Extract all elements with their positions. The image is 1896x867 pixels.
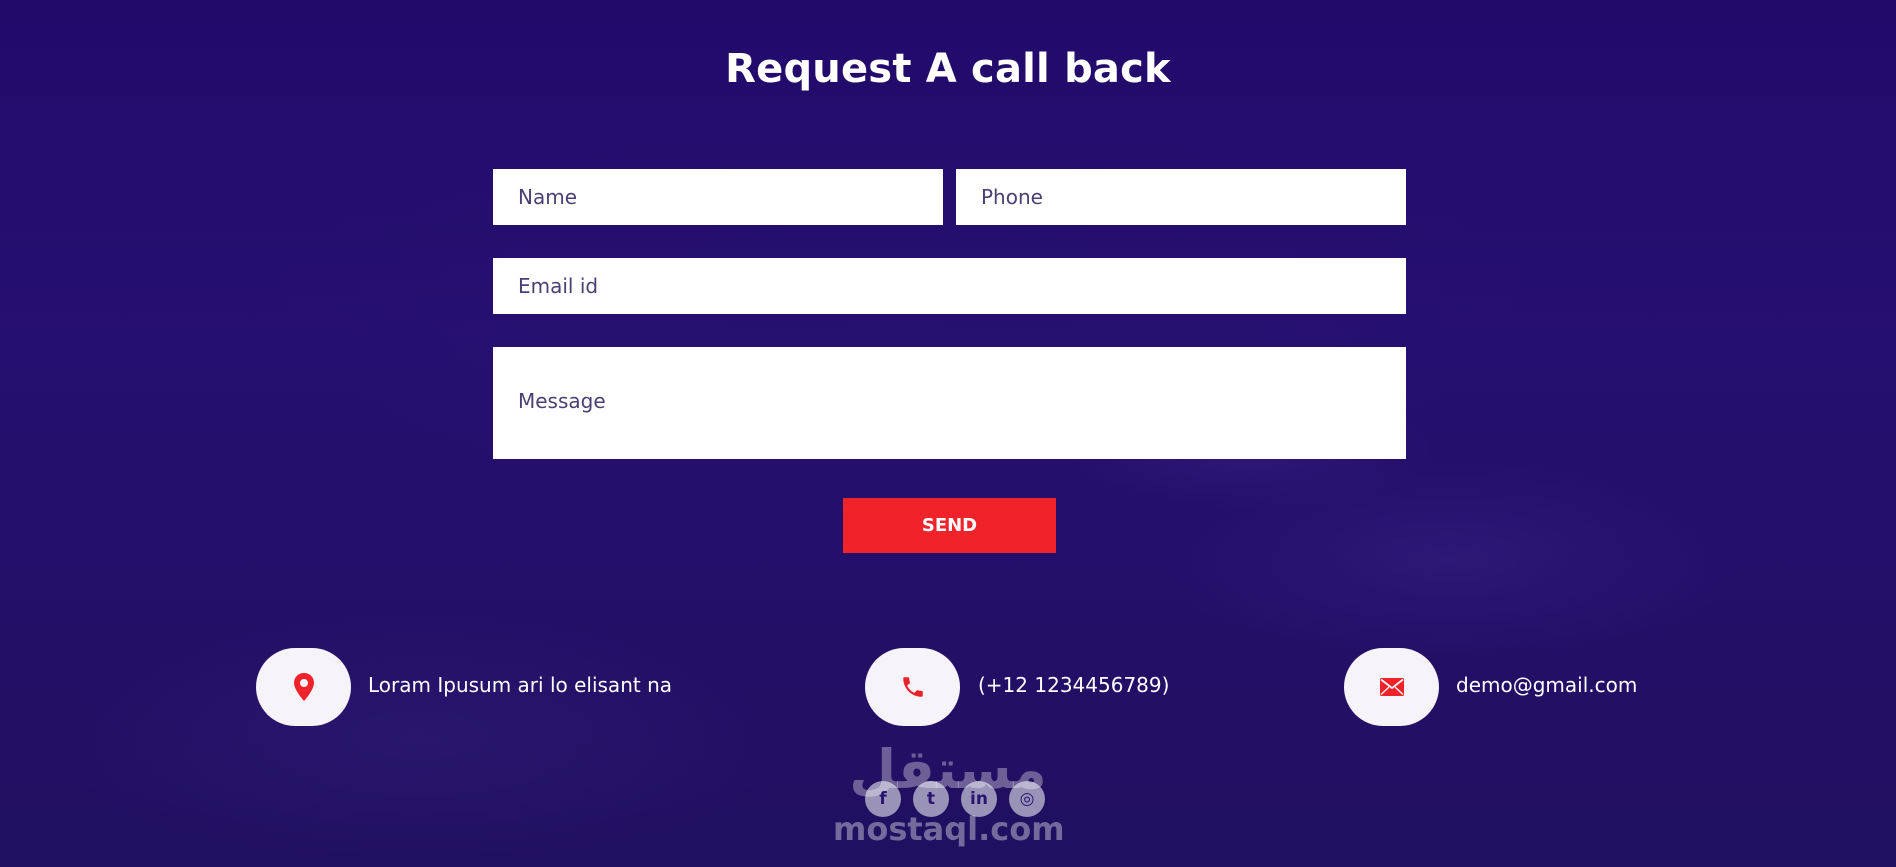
twitter-icon[interactable]: t	[913, 781, 949, 817]
instagram-icon[interactable]: ◎	[1009, 781, 1045, 817]
callback-section: Request A call back Name Phone Email id …	[0, 0, 1896, 867]
contact-email: demo@gmail.com	[1456, 673, 1638, 697]
contact-address: Loram Ipusum ari lo elisant na	[368, 673, 672, 697]
social-links: f t in ◎	[865, 781, 1045, 817]
phone-icon	[865, 648, 960, 726]
contact-phone: (+12 1234456789)	[978, 673, 1170, 697]
watermark-latin: mostaql.com	[833, 810, 1065, 848]
section-title: Request A call back	[725, 46, 1171, 92]
phone-input[interactable]: Phone	[956, 169, 1406, 225]
facebook-icon[interactable]: f	[865, 781, 901, 817]
linkedin-icon[interactable]: in	[961, 781, 997, 817]
name-input[interactable]: Name	[493, 169, 943, 225]
message-textarea[interactable]: Message	[493, 347, 1406, 459]
location-pin-icon	[256, 648, 351, 726]
send-button[interactable]: SEND	[843, 498, 1056, 553]
mail-icon	[1344, 648, 1439, 726]
email-input[interactable]: Email id	[493, 258, 1406, 314]
